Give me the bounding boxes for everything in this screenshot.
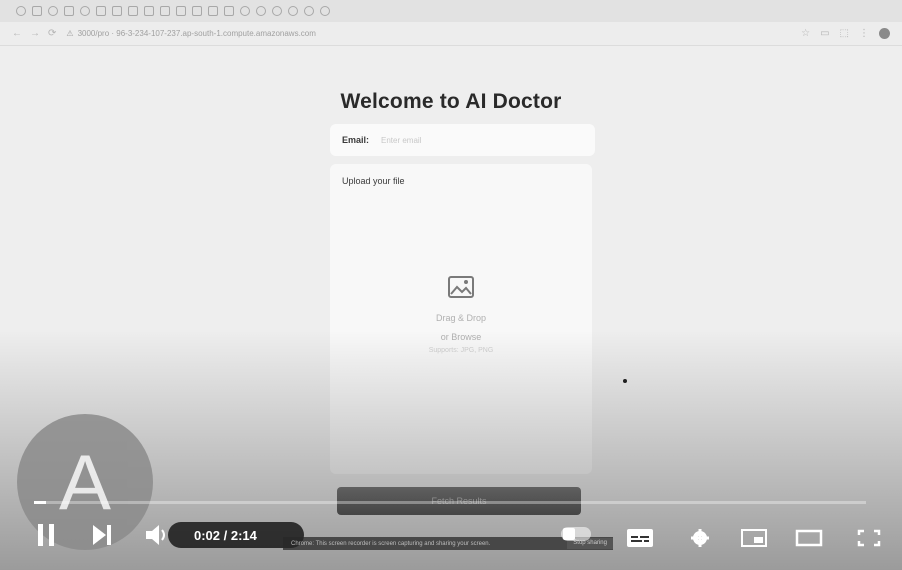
tab-favicon[interactable] [144, 6, 154, 16]
tab-favicon[interactable] [32, 6, 42, 16]
tab-favicon[interactable] [224, 6, 234, 16]
mouse-cursor [623, 379, 627, 383]
miniplayer-button[interactable] [740, 528, 768, 548]
email-label: Email: [342, 135, 370, 145]
forward-icon[interactable]: → [30, 28, 40, 39]
browse-link[interactable]: or Browse [330, 328, 592, 347]
back-icon[interactable]: ← [12, 28, 22, 39]
tab-favicon[interactable] [208, 6, 218, 16]
address-bar: ← → ⟳ ⚠ 3000/pro · 96-3-234-107-237.ap-s… [0, 22, 902, 46]
tab-favicon[interactable] [96, 6, 106, 16]
profile-avatar[interactable] [879, 28, 890, 39]
subtitles-button[interactable] [626, 528, 654, 548]
tab-favicon[interactable] [288, 6, 298, 16]
next-button[interactable] [93, 525, 111, 545]
autoplay-toggle[interactable] [561, 527, 591, 541]
nav-buttons: ← → ⟳ [12, 28, 56, 39]
tab-favicon[interactable] [304, 6, 314, 16]
pause-icon [38, 524, 43, 546]
email-field[interactable] [379, 134, 564, 146]
puzzle-icon[interactable]: ⬚ [840, 28, 849, 39]
tab-favicon[interactable] [272, 6, 282, 16]
volume-button[interactable] [146, 524, 170, 546]
drop-area[interactable]: Drag & Drop or Browse Supports: JPG, PNG [330, 276, 592, 354]
tab-favicon[interactable] [64, 6, 74, 16]
tab-favicon[interactable] [192, 6, 202, 16]
progress-fill [34, 501, 47, 504]
image-icon [448, 276, 474, 298]
pause-icon [49, 524, 54, 546]
email-row: Email: [330, 124, 595, 156]
tab-favicon[interactable] [128, 6, 138, 16]
progress-bar[interactable] [34, 501, 866, 504]
drop-hint: Supports: JPG, PNG [428, 347, 494, 354]
url-field[interactable]: ⚠ 3000/pro · 96-3-234-107-237.ap-south-1… [66, 27, 426, 41]
pause-button[interactable] [38, 524, 54, 546]
tab-favicon[interactable] [256, 6, 266, 16]
bookmark-icon[interactable]: ☆ [801, 28, 810, 39]
tab-favicon[interactable] [240, 6, 250, 16]
theater-mode-button[interactable] [795, 528, 823, 548]
settings-button[interactable] [686, 528, 714, 548]
menu-icon[interactable]: ⋮ [859, 28, 869, 39]
browser-tab-strip [0, 0, 902, 22]
tab-favicon[interactable] [320, 6, 330, 16]
reload-icon[interactable]: ⟳ [48, 28, 56, 39]
upload-label: Upload your file [342, 176, 405, 186]
page-title: Welcome to AI Doctor [340, 90, 562, 113]
warning-icon: ⚠ [66, 29, 74, 38]
extension-icon[interactable]: ▭ [820, 28, 829, 39]
fullscreen-button[interactable] [855, 528, 883, 548]
tab-favicon[interactable] [112, 6, 122, 16]
url-text: 3000/pro · 96-3-234-107-237.ap-south-1.c… [77, 29, 316, 38]
tab-favicon[interactable] [160, 6, 170, 16]
tab-favicon[interactable] [80, 6, 90, 16]
browser-toolbar: ☆ ▭ ⬚ ⋮ [801, 28, 890, 39]
tab-favicon[interactable] [16, 6, 26, 16]
drop-text-line1: Drag & Drop [435, 313, 487, 323]
upload-dropzone[interactable]: Upload your file Drag & Drop or Browse S… [330, 164, 592, 474]
toggle-knob [563, 528, 575, 540]
banner-text: Chrome: This screen recorder is screen c… [291, 540, 491, 547]
tab-favicon[interactable] [48, 6, 58, 16]
tab-favicon[interactable] [176, 6, 186, 16]
